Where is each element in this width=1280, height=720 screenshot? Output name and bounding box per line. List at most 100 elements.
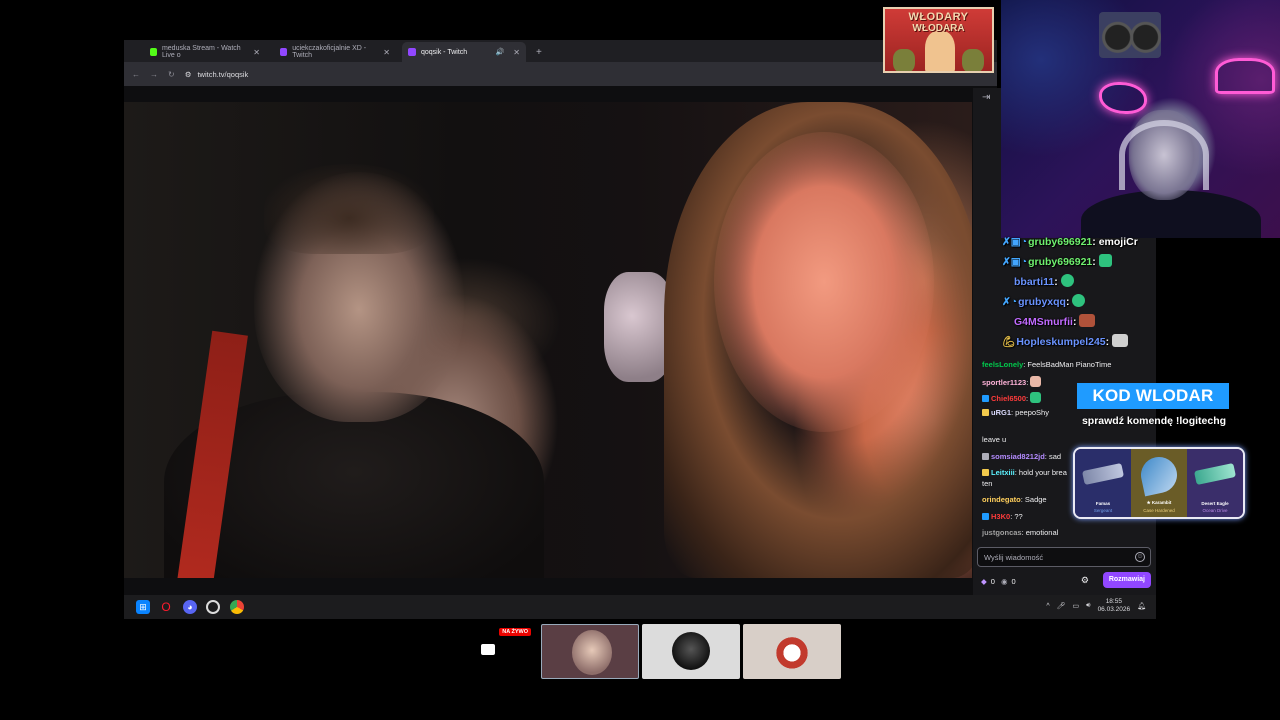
overlay-chat-message: ✗▣◔gruby696921: emojiCr: [1002, 236, 1138, 248]
collapse-chat-icon[interactable]: ⇥: [982, 92, 990, 103]
badge-icon: [982, 453, 989, 460]
overlay-username: gruby696921: [1028, 256, 1093, 268]
logo-text: WŁODARA: [912, 23, 965, 34]
taskbar: ⊞ O ◕ ^ 🎤︎ ▭ 🔊︎ 18:55 06.03.2026 🔔︎: [124, 595, 1156, 619]
video-detail: [264, 164, 434, 254]
chat-message: feelsLonely: FeelsBadMan PianoTime: [982, 360, 1111, 370]
overlay-text: : emojiCr: [1092, 236, 1138, 248]
live-badge: NA ŻYWO: [499, 628, 531, 636]
chat-text: : Sadge: [1020, 495, 1047, 504]
chat-username[interactable]: H3K0: [991, 512, 1010, 521]
participant-tile[interactable]: [642, 624, 740, 679]
speaker-icon[interactable]: 🔊: [496, 48, 505, 56]
tab-uciekczak[interactable]: uciekczakoficjalnie XD - Twitch ✕: [274, 42, 396, 62]
overlay-chat-message: bbarti11:: [1014, 274, 1074, 288]
new-tab-button[interactable]: +: [530, 42, 548, 62]
overlay-username: Hopleskumpel245: [1016, 336, 1106, 348]
clock[interactable]: 18:55 06.03.2026: [1098, 598, 1131, 614]
overlay-text: :: [1065, 296, 1070, 308]
chevron-up-icon[interactable]: ^: [1046, 603, 1049, 610]
chrome-icon[interactable]: [230, 600, 244, 614]
notifications-icon[interactable]: 🔔︎: [1137, 602, 1146, 610]
tab-meduska[interactable]: meduska Stream - Watch Live o ✕: [144, 42, 266, 62]
badge-icon: ✗◔: [1002, 296, 1018, 308]
badge-icon: ✗▣◔: [1002, 256, 1028, 268]
neon-sign: [1215, 58, 1275, 94]
chat-username[interactable]: justgoncas: [982, 528, 1022, 537]
chat-text: : ??: [1010, 512, 1023, 521]
channel-points-icon[interactable]: ◉: [1001, 577, 1008, 586]
emote-icon: [1079, 314, 1096, 327]
back-icon[interactable]: ←: [132, 70, 140, 79]
badge-icon: [982, 513, 989, 520]
skin-subtitle: Case Hardened: [1143, 508, 1175, 513]
logo-figure: [925, 31, 955, 71]
skin-name: ★ Karambit: [1146, 500, 1172, 505]
close-icon[interactable]: ✕: [253, 48, 260, 57]
overlay-chat-message: ✗▣◔gruby696921:: [1002, 254, 1112, 268]
participant-tile[interactable]: [541, 624, 639, 679]
site-info-icon[interactable]: ⚙: [185, 70, 192, 79]
chat-username[interactable]: somsiad8212jd: [991, 452, 1045, 461]
discord-icon[interactable]: ◕: [183, 600, 197, 614]
settings-icon[interactable]: ⚙: [1081, 575, 1089, 586]
overlay-chat: ✗▣◔gruby696921: emojiCr ✗▣◔gruby696921: …: [1000, 234, 1160, 354]
chat-username[interactable]: uRG1: [991, 408, 1011, 417]
chat-username[interactable]: orindegato: [982, 495, 1021, 504]
chat-username[interactable]: sportler1123: [982, 378, 1026, 387]
overlay-text: :: [1054, 276, 1058, 288]
tab-title: meduska Stream - Watch Live o: [161, 45, 241, 59]
overlay-username: bbarti11: [1014, 276, 1055, 288]
opera-icon[interactable]: O: [159, 600, 173, 614]
clock-time: 18:55: [1105, 598, 1122, 605]
windows-start-icon[interactable]: ⊞: [136, 600, 150, 614]
chat-input[interactable]: Wyślij wiadomość ☺: [977, 547, 1151, 567]
channel-points-count: 0: [1011, 576, 1016, 586]
skin-name: Desert Eagle: [1201, 501, 1229, 506]
emote-icon: [1060, 274, 1074, 287]
overlay-chat-message: 💪︎Hopleskumpel245:: [1002, 334, 1129, 348]
chat-text: ten: [982, 479, 993, 488]
app-icon[interactable]: [206, 600, 220, 614]
twitch-icon: [280, 48, 288, 56]
video-player[interactable]: [124, 102, 972, 578]
karambit-icon: [1137, 453, 1181, 497]
logo-figure: [893, 49, 915, 71]
skin-name: Famas: [1095, 501, 1111, 506]
chat-username[interactable]: feelsLonely: [982, 360, 1023, 369]
overlay-chat-message: ✗◔grubyxqq:: [1002, 294, 1086, 308]
participant-tile[interactable]: [743, 624, 841, 679]
emote-icon: [1030, 376, 1042, 387]
badge-icon: [982, 395, 989, 402]
forward-icon[interactable]: →: [150, 70, 158, 79]
bits-icon[interactable]: ◆: [981, 577, 987, 586]
skin-card: Famas Sergeant: [1075, 449, 1131, 517]
bits-count: 0: [990, 576, 995, 586]
url-field[interactable]: ⚙ twitch.tv/qoqsik: [185, 70, 249, 79]
skin-subtitle: Sergeant: [1093, 508, 1113, 513]
microphone-icon[interactable]: 🎤︎: [1057, 602, 1066, 610]
chat-message: somsiad8212jd: sad: [982, 452, 1061, 462]
chat-username[interactable]: Chiel6500: [991, 394, 1026, 403]
skins-showcase: Famas Sergeant ★ Karambit Case Hardened …: [1073, 447, 1245, 519]
close-icon[interactable]: ✕: [383, 48, 390, 57]
network-icon[interactable]: ▭: [1073, 602, 1080, 610]
emote-icon: [1098, 254, 1112, 267]
participant-tile-screen[interactable]: NA ŻYWO: [439, 624, 537, 679]
url-text: twitch.tv/qoqsik: [197, 69, 249, 79]
wlodary-logo: WŁODARY WŁODARA: [883, 7, 994, 73]
chat-username[interactable]: Leitxiii: [991, 468, 1015, 477]
avatar: [773, 632, 811, 670]
emote-icon: [1072, 294, 1086, 307]
chat-send-button[interactable]: Rozmawiaj: [1102, 572, 1151, 588]
reload-icon[interactable]: ↻: [168, 70, 175, 79]
chat-message: Leitxiii: hold your brea: [982, 468, 1067, 478]
promo-code-banner: KOD WLODAR: [1077, 383, 1229, 409]
chat-text: : peepoShy: [1011, 408, 1049, 417]
volume-icon[interactable]: 🔊︎: [1086, 602, 1090, 610]
emote-picker-icon[interactable]: ☺: [1135, 552, 1145, 562]
vinyl-decoration: [1099, 12, 1161, 58]
close-icon[interactable]: ✕: [513, 48, 520, 57]
badge-icon: 💪︎: [1002, 336, 1016, 348]
tab-qoqsik[interactable]: qoqsik - Twitch 🔊 ✕: [402, 42, 526, 62]
